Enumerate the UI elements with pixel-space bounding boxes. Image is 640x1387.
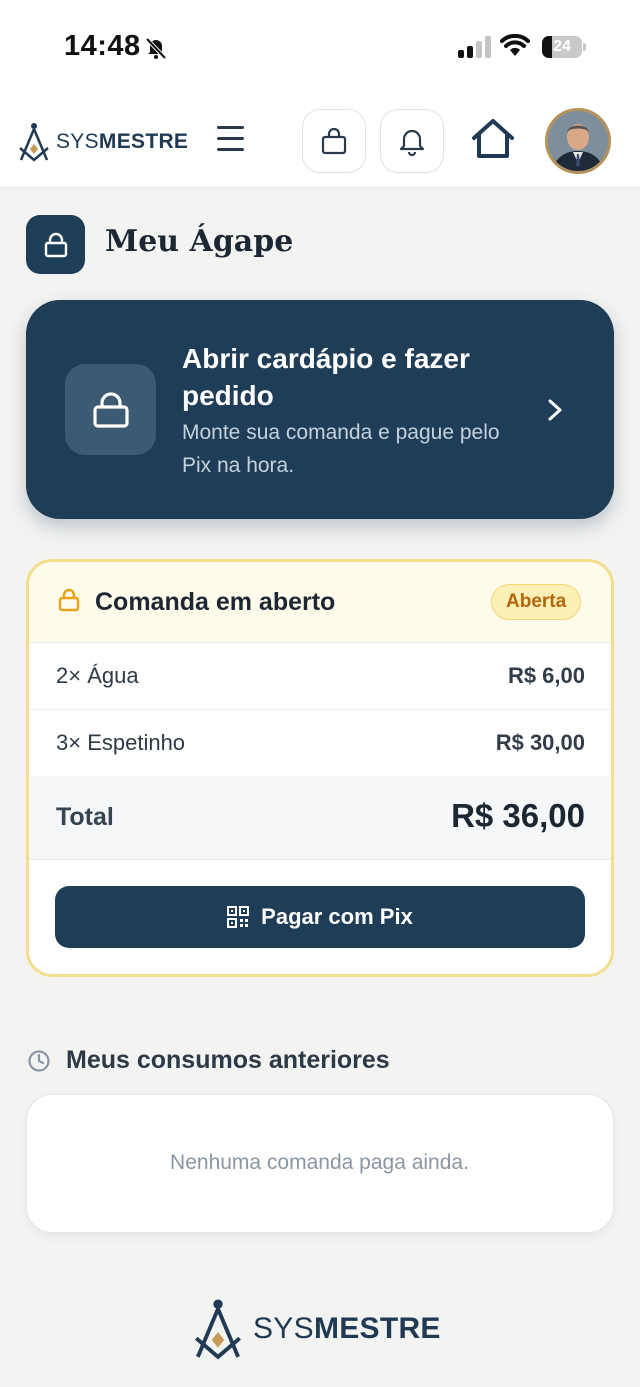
shopping-bag-icon xyxy=(321,127,347,155)
order-title: Comanda em aberto xyxy=(95,588,336,616)
pay-with-pix-button[interactable]: Pagar com Pix xyxy=(55,886,585,948)
order-item-price: R$ 6,00 xyxy=(507,663,585,688)
qr-code-icon xyxy=(227,906,250,928)
order-item-price: R$ 30,00 xyxy=(495,730,585,755)
notifications-button[interactable] xyxy=(380,109,444,173)
total-value: R$ 36,00 xyxy=(451,797,585,834)
masonic-logo-icon xyxy=(19,123,49,162)
lock-icon xyxy=(58,588,80,612)
menu-card-icon xyxy=(65,364,156,455)
home-button[interactable] xyxy=(470,118,516,165)
hamburger-menu-icon[interactable] xyxy=(214,126,248,156)
order-item-row: 2× Água R$ 6,00 xyxy=(29,643,611,710)
signal-icon xyxy=(458,36,491,58)
status-bar: 14:48 24 xyxy=(0,0,640,96)
footer-logo-text: SYSMESTRE xyxy=(253,1312,441,1345)
footer-logo: SYSMESTRE xyxy=(193,1298,441,1360)
order-item-name: 3× Espetinho xyxy=(56,730,186,755)
status-badge: Aberta xyxy=(491,584,582,620)
lock-icon xyxy=(44,232,67,257)
clock-icon xyxy=(28,1050,50,1072)
bell-slash-icon xyxy=(145,37,167,60)
avatar[interactable] xyxy=(545,108,611,174)
lock-icon xyxy=(92,391,129,428)
battery-icon: 24 xyxy=(542,36,586,58)
logo-text: SYSMESTRE xyxy=(56,130,189,153)
order-total-row: Total R$ 36,00 xyxy=(29,776,611,860)
status-time: 14:48 xyxy=(64,30,141,62)
history-card: Nenhuma comanda paga ainda. xyxy=(26,1094,614,1233)
battery-level: 24 xyxy=(553,38,571,55)
order-header: Comanda em aberto Aberta xyxy=(29,562,611,643)
sysmestre-logo[interactable]: SYSMESTRE xyxy=(18,121,188,163)
page-title: Meu Ágape xyxy=(105,224,294,259)
wifi-icon xyxy=(500,34,530,56)
history-empty-text: Nenhuma comanda paga ainda. xyxy=(170,1151,469,1174)
app-header: SYSMESTRE xyxy=(0,96,640,188)
menu-card-title: Abrir cardápio e fazer pedido xyxy=(182,343,470,411)
pay-with-pix-label: Pagar com Pix xyxy=(261,904,413,929)
history-title: Meus consumos anteriores xyxy=(66,1046,390,1074)
page-title-icon xyxy=(26,215,85,274)
chevron-right-icon xyxy=(548,399,562,421)
open-menu-card[interactable]: Abrir cardápio e fazer pedido Monte sua … xyxy=(26,300,614,519)
order-item-row: 3× Espetinho R$ 30,00 xyxy=(29,710,611,777)
total-label: Total xyxy=(56,803,114,831)
masonic-logo-icon xyxy=(195,1299,241,1360)
menu-card-subtitle: Monte sua comanda e pague pelo Pix na ho… xyxy=(182,421,500,477)
order-item-name: 2× Água xyxy=(56,663,139,688)
home-icon xyxy=(472,119,514,158)
user-photo xyxy=(548,111,608,171)
open-order-card: Comanda em aberto Aberta 2× Água R$ 6,00… xyxy=(26,559,614,977)
cart-button[interactable] xyxy=(302,109,366,173)
bell-icon xyxy=(399,129,425,156)
